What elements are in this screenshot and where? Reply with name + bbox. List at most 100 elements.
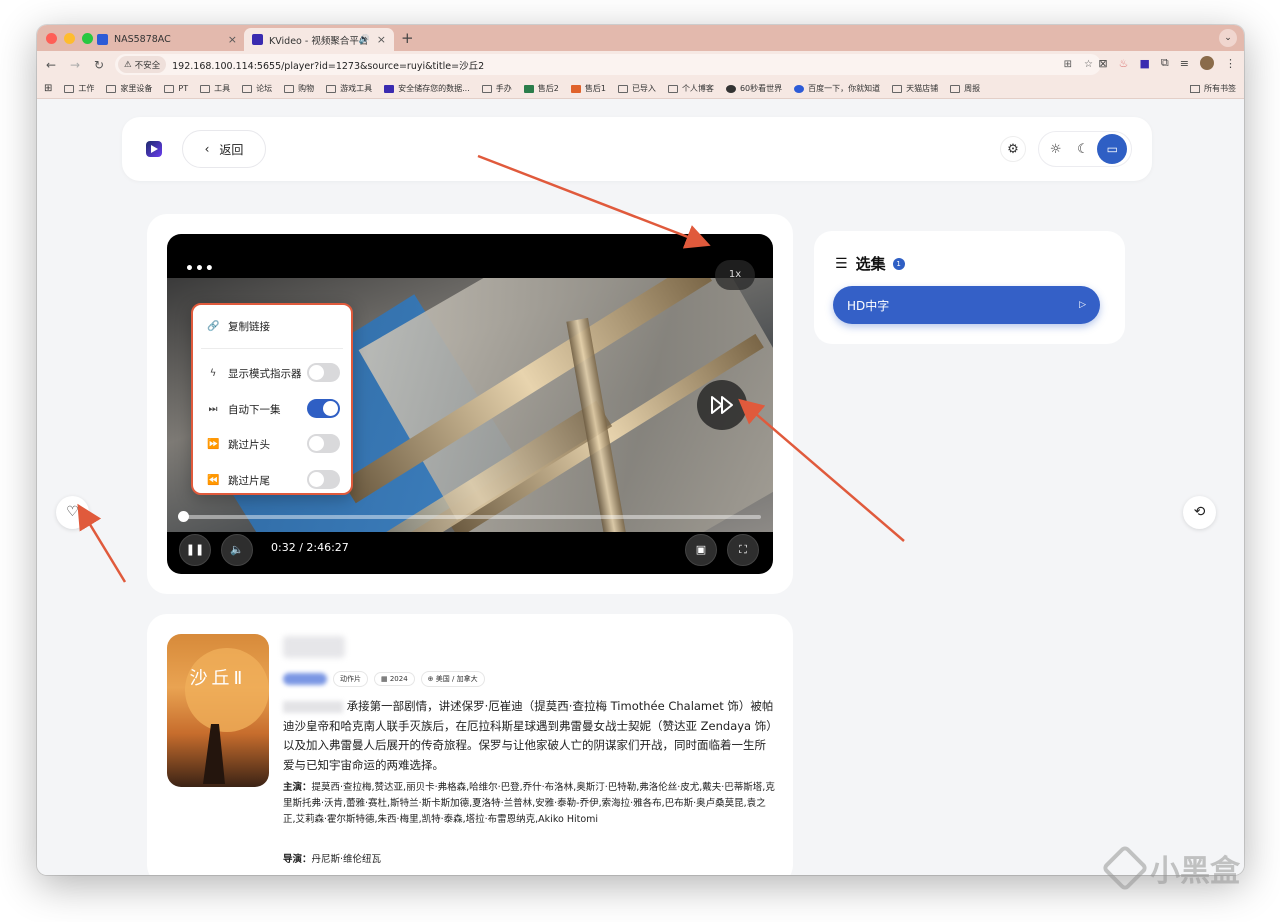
bookmark-item[interactable]: 手办 (481, 83, 512, 94)
region-tag: ⊕ 美国 / 加拿大 (420, 671, 485, 687)
tag-row: 动作片 ▦ 2024 ⊕ 美国 / 加拿大 (283, 671, 485, 687)
bookmark-item[interactable]: 购物 (284, 83, 314, 94)
extension-icon[interactable]: ⊠ (1098, 57, 1107, 70)
bookmark-item[interactable]: PT (164, 84, 188, 93)
volume-button[interactable]: 🔈 (221, 534, 253, 566)
tab-close-icon[interactable]: × (377, 33, 386, 46)
all-bookmarks[interactable]: 所有书签 (1190, 83, 1236, 94)
bookmark-item[interactable]: 周报 (950, 83, 980, 94)
folder-icon (326, 84, 337, 93)
apps-grid-icon[interactable]: ⊞ (44, 83, 52, 94)
copy-link-item[interactable]: 🔗 复制链接 (207, 319, 270, 334)
reload-icon[interactable]: ↻ (87, 58, 111, 72)
folder-icon (950, 84, 961, 93)
blurred-tag (283, 673, 327, 685)
tab-kvideo[interactable]: KVideo - 视频聚合平台 🔊 × (244, 28, 394, 51)
profile-avatar[interactable] (1200, 56, 1214, 70)
speaker-icon[interactable]: 🔊 (359, 35, 370, 45)
skip-intro-toggle[interactable] (307, 434, 340, 453)
skip-next-icon: ⏭ (208, 404, 218, 415)
forward-arrow-icon[interactable]: → (63, 58, 87, 72)
moon-icon[interactable]: ☾ (1070, 142, 1096, 157)
video-player[interactable]: ••• 1x ❚❚ 🔈 0:32 / 2:46:27 ▣ ⛶ 🔗 复制链接 ϟ … (167, 234, 773, 574)
bookmark-item[interactable]: 百度一下，你就知道 (794, 83, 880, 94)
episode-title: 选集 (855, 255, 886, 273)
security-chip[interactable]: ⚠ 不安全 (118, 56, 167, 73)
extension-icon[interactable]: ♨ (1119, 57, 1129, 70)
history-button[interactable]: ⟲ (1183, 496, 1216, 529)
monitor-icon[interactable]: ▭ (1097, 134, 1128, 164)
insecure-label: 不安全 (134, 60, 161, 71)
folder-icon (106, 84, 117, 93)
extension-icon[interactable]: ■ (1140, 57, 1150, 70)
settings-gear-button[interactable]: ⚙ (1000, 136, 1026, 162)
player-options-menu: 🔗 复制链接 ϟ 显示模式指示器 ⏭ 自动下一集 ⏩ 跳过片头 ⏪ 跳过片尾 (191, 303, 353, 495)
kvideo-logo-icon[interactable] (146, 141, 162, 157)
bookmark-item[interactable]: 售后2 (523, 83, 559, 94)
translate-icon[interactable]: ⊞ (1064, 59, 1072, 70)
address-bar[interactable]: ⚠ 不安全 192.168.100.114:5655/player?id=127… (115, 54, 1101, 75)
bookmark-star-icon[interactable]: ☆ (1084, 59, 1093, 70)
warning-icon: ⚠ (124, 59, 132, 70)
bookmark-item[interactable]: 60秒看世界 (725, 83, 782, 94)
playback-speed-button[interactable]: 1x (715, 260, 755, 290)
back-arrow-icon[interactable]: ← (39, 58, 63, 72)
bookmark-item[interactable]: 工具 (200, 83, 230, 94)
tab-title: NAS5878AC (114, 34, 171, 45)
chevron-left-icon: ‹ (204, 142, 210, 156)
episode-button[interactable]: HD中字 ▷ (833, 286, 1100, 324)
media-control-icon[interactable]: ≡ (1180, 57, 1189, 70)
more-options-button[interactable]: ••• (185, 261, 215, 277)
kvideo-favicon-icon (252, 34, 263, 45)
folder-icon (284, 84, 295, 93)
bookmark-item[interactable]: 游戏工具 (326, 83, 372, 94)
back-button[interactable]: ‹ 返回 (182, 130, 266, 168)
mode-indicator-toggle[interactable] (307, 363, 340, 382)
folder-icon (667, 84, 678, 93)
menu-kebab-icon[interactable]: ⋮ (1225, 57, 1236, 70)
playback-time: 0:32 / 2:46:27 (271, 541, 349, 554)
pause-button[interactable]: ❚❚ (179, 534, 211, 566)
favorite-heart-button[interactable]: ♡ (56, 496, 89, 529)
tab-title: KVideo - 视频聚合平台 (269, 35, 369, 47)
calendar-icon: ▦ (381, 675, 390, 683)
sun-icon[interactable]: ☼ (1043, 142, 1069, 157)
new-tab-button[interactable]: + (401, 29, 414, 47)
minimize-window-button[interactable] (64, 33, 75, 44)
url-text[interactable]: 192.168.100.114:5655/player?id=1273&sour… (172, 58, 484, 72)
tab-search-chevron-icon[interactable]: ⌄ (1219, 29, 1237, 47)
browser-toolbar: ← → ↻ ⚠ 不安全 192.168.100.114:5655/player?… (37, 51, 1244, 79)
progress-handle[interactable] (178, 511, 189, 522)
site-favicon-icon (570, 84, 581, 93)
page-content: ‹ 返回 ⚙ ☼ ☾ ▭ ••• 1x ❚❚ 🔈 0:32 / 2:46:27 … (37, 100, 1244, 875)
skip-intro-item: ⏩ 跳过片头 (207, 439, 270, 451)
skip-forward-button[interactable] (697, 380, 747, 430)
fullscreen-button[interactable]: ⛶ (727, 534, 759, 566)
auto-next-toggle[interactable] (307, 399, 340, 418)
picture-in-picture-button[interactable]: ▣ (685, 534, 717, 566)
close-window-button[interactable] (46, 33, 57, 44)
tab-nas[interactable]: NAS5878AC × (89, 28, 245, 51)
fast-forward-icon: ⏩ (207, 439, 220, 450)
director: 导演：丹尼斯·维伦纽瓦 (283, 854, 382, 865)
skip-outro-toggle[interactable] (307, 470, 340, 489)
fast-forward-icon (711, 396, 733, 414)
bookmark-item[interactable]: 安全储存您的数据... (384, 83, 470, 94)
bookmark-item[interactable]: 个人博客 (667, 83, 714, 94)
site-favicon-icon (523, 84, 534, 93)
poster-sun (185, 648, 269, 732)
bookmark-item[interactable]: 售后1 (570, 83, 606, 94)
bookmark-item[interactable]: 工作 (64, 83, 94, 94)
bookmark-item[interactable]: 家里设备 (106, 83, 152, 94)
puzzle-icon[interactable]: ⧉ (1161, 56, 1169, 70)
window-controls (46, 33, 93, 44)
bookmark-item[interactable]: 天猫店铺 (892, 83, 938, 94)
bookmark-item[interactable]: 已导入 (617, 83, 656, 94)
bookmark-item[interactable]: 论坛 (242, 83, 272, 94)
skip-outro-item: ⏪ 跳过片尾 (207, 475, 270, 487)
globe-icon: ⊕ (427, 675, 436, 683)
tab-close-icon[interactable]: × (228, 33, 237, 46)
app-header: ‹ 返回 ⚙ ☼ ☾ ▭ (122, 117, 1152, 181)
progress-bar[interactable] (178, 511, 761, 522)
site-favicon-icon (384, 84, 395, 93)
